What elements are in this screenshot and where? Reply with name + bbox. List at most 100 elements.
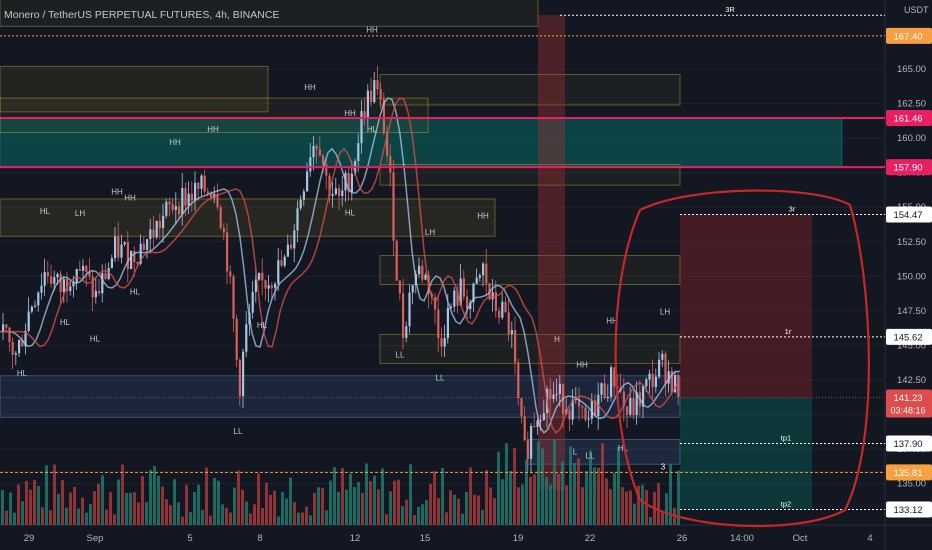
structure-label: HL <box>130 288 141 297</box>
candle-body <box>62 279 65 293</box>
volume-bar <box>305 506 308 525</box>
candle-body <box>475 277 478 284</box>
price-flag-label: 145.62 <box>893 332 922 343</box>
volume-bar <box>29 489 32 525</box>
candle-body <box>446 307 449 339</box>
candle-body <box>299 199 302 209</box>
candle-body <box>258 272 261 280</box>
candle-body <box>75 269 78 283</box>
candle-body <box>309 157 312 172</box>
volume-bar <box>213 478 216 525</box>
volume-bar <box>237 470 240 525</box>
candle-body <box>302 191 305 200</box>
structure-label: HH <box>124 193 136 202</box>
y-tick-label: 160.00 <box>897 133 926 144</box>
volume-bar <box>57 493 60 525</box>
volume-bar <box>85 512 88 525</box>
y-tick-label: 150.00 <box>897 271 926 282</box>
candle-body <box>357 143 360 162</box>
candle-body <box>581 406 584 408</box>
volume-bar <box>385 514 388 525</box>
candle-body <box>491 292 494 300</box>
candle-body <box>418 265 421 275</box>
candle-body <box>171 204 174 210</box>
candle-body <box>523 416 526 441</box>
volume-bar <box>253 504 256 525</box>
structure-label: LL <box>436 373 445 382</box>
structure-label: HH <box>169 138 181 147</box>
volume-bar <box>469 467 472 525</box>
chart[interactable]: 135.00137.50140.00142.50145.00147.50150.… <box>0 0 932 550</box>
price-flag-label: 137.90 <box>893 439 922 450</box>
volume-bar <box>197 484 200 525</box>
volume-bar <box>109 492 112 525</box>
candle-body <box>603 383 606 399</box>
structure-label: LL <box>586 452 595 461</box>
zone-box <box>379 333 681 364</box>
candle-body <box>664 353 667 384</box>
candle-body <box>482 263 485 276</box>
candle-body <box>392 172 395 241</box>
position-risk-zone <box>680 214 812 398</box>
candle-body <box>142 243 145 250</box>
candle-body <box>389 155 392 173</box>
candle-body <box>264 280 267 289</box>
volume-bar <box>313 492 316 525</box>
volume-bar <box>225 507 228 525</box>
volume-bar <box>449 490 452 525</box>
candle-body <box>539 420 542 422</box>
candle-body <box>46 272 49 277</box>
volume-bar <box>117 479 120 525</box>
level-label: 1r <box>785 327 792 336</box>
volume-bar <box>621 487 624 525</box>
candle-body <box>440 338 443 347</box>
volume-bar <box>521 484 524 525</box>
candle-body <box>318 148 321 156</box>
candle-body <box>405 326 408 338</box>
candle-body <box>251 291 254 313</box>
y-tick-label: 165.00 <box>897 64 926 75</box>
volume-bar <box>665 493 668 525</box>
volume-bar <box>589 450 592 525</box>
volume-bar <box>93 491 96 525</box>
structure-label: HL <box>367 125 378 134</box>
structure-label: HH <box>207 125 219 134</box>
candle-body <box>520 398 523 417</box>
volume-bar <box>129 492 132 525</box>
volume-bar <box>389 491 392 525</box>
candle-body <box>341 190 344 197</box>
currency-label: USDT <box>904 5 929 15</box>
candle-body <box>184 187 187 206</box>
volume-bar <box>177 502 180 525</box>
volume-bar <box>281 492 284 525</box>
price-flag-label: 167.40 <box>893 31 922 42</box>
price-flag-label: 161.46 <box>893 113 922 124</box>
volume-bar <box>533 474 536 525</box>
candle-body <box>158 220 161 229</box>
structure-label: HH <box>304 83 316 92</box>
candle-body <box>30 306 33 312</box>
volume-bar <box>249 513 252 525</box>
y-tick-label: 152.50 <box>897 237 926 248</box>
structure-label: LH <box>75 209 85 218</box>
volume-bar <box>485 470 488 525</box>
volume-bar <box>661 512 664 525</box>
volume-bar <box>321 487 324 525</box>
candle-body <box>11 341 14 355</box>
volume-bar <box>217 480 220 525</box>
candle-body <box>181 187 184 215</box>
volume-bar <box>201 510 204 525</box>
volume-bar <box>457 498 460 525</box>
candle-body <box>155 220 158 238</box>
volume-bar <box>409 464 412 525</box>
volume-bar <box>633 503 636 525</box>
candle-body <box>290 244 293 249</box>
volume-bar <box>9 492 12 525</box>
volume-bar <box>161 486 164 525</box>
candle-body <box>376 80 379 90</box>
volume-bar <box>13 512 16 525</box>
candle-body <box>187 193 190 206</box>
candle-body <box>411 285 414 293</box>
candle-body <box>238 359 241 397</box>
volume-bar <box>289 477 292 525</box>
